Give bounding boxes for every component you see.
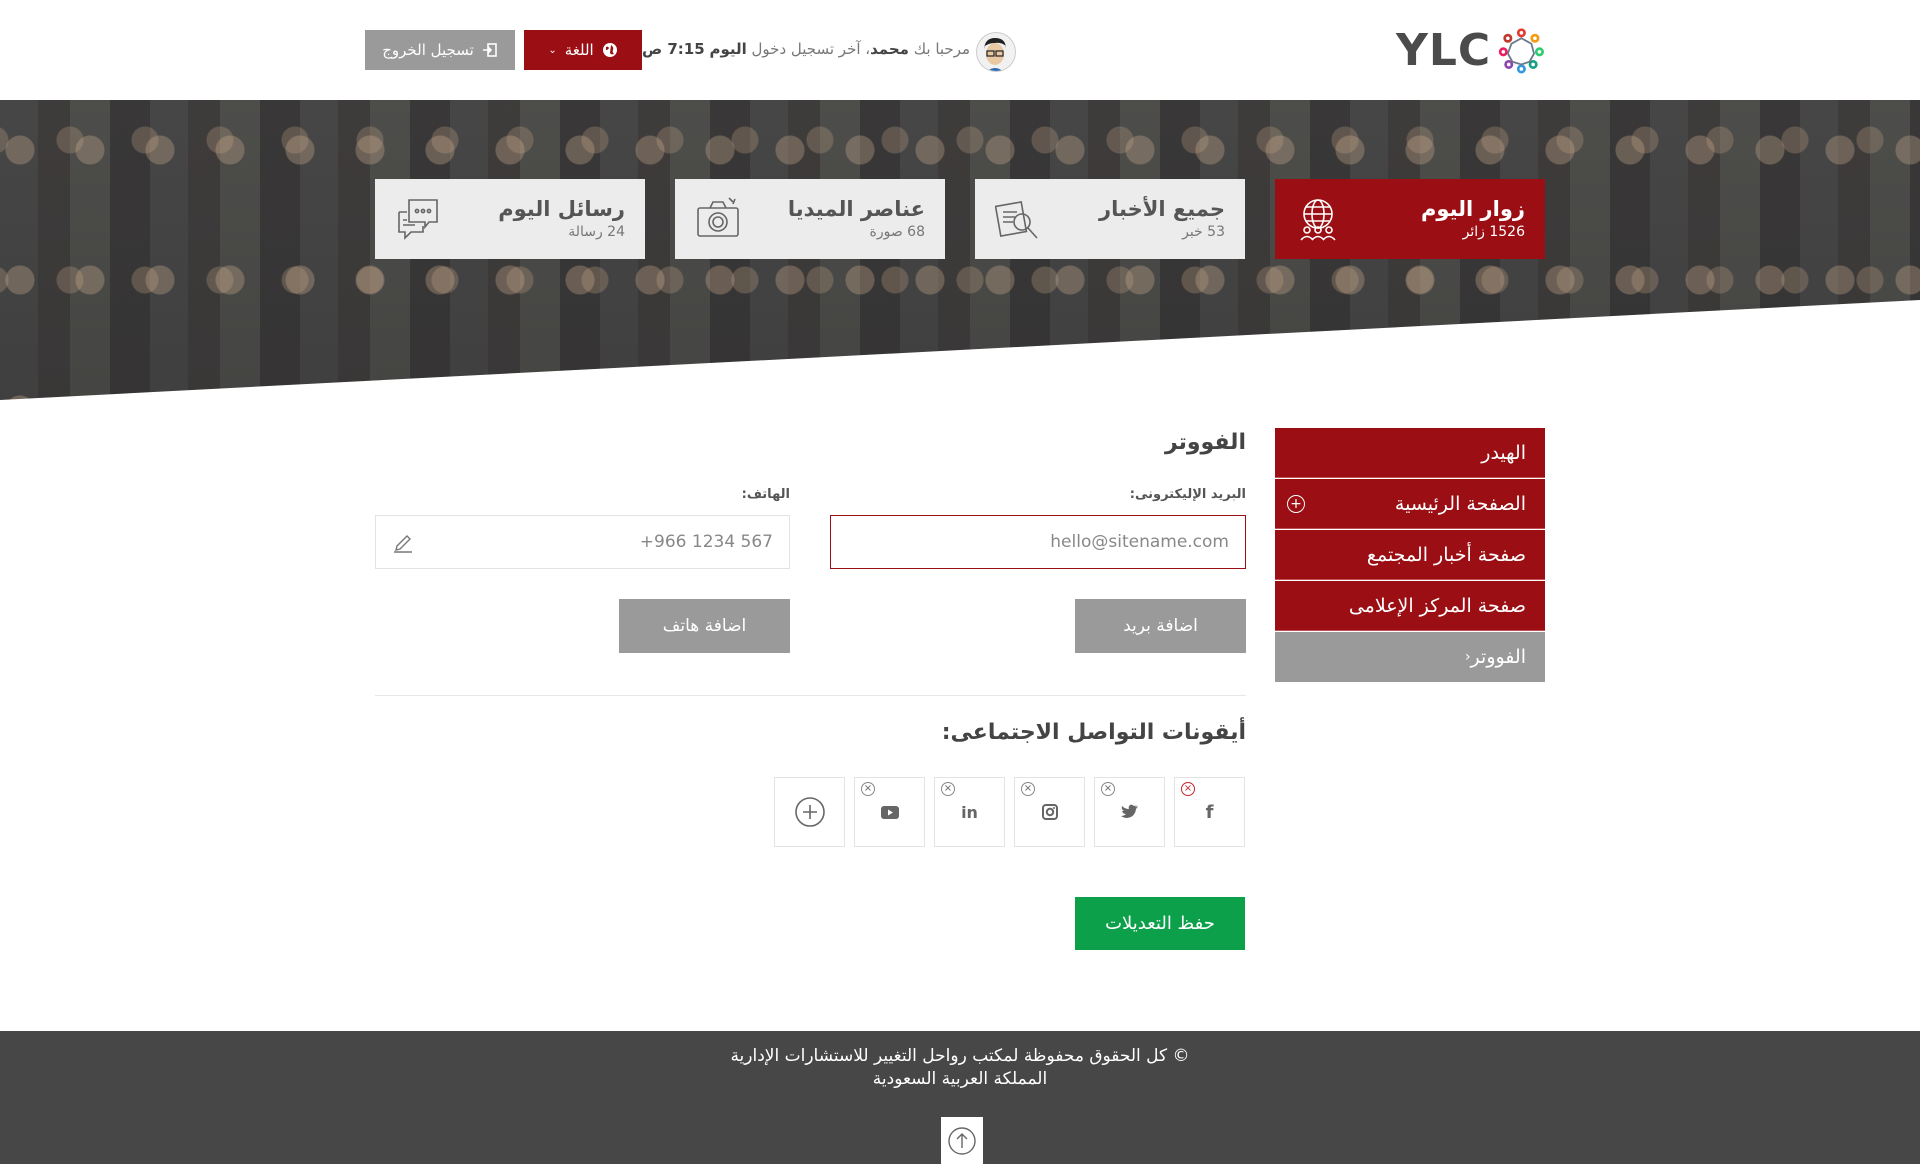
plus-circle-icon: [794, 797, 825, 827]
back-to-top-button[interactable]: [941, 1117, 983, 1164]
remove-icon[interactable]: ×: [941, 782, 955, 796]
stat-subtitle: 1526 زائر: [1462, 224, 1525, 240]
stat-subtitle: 68 صورة: [869, 224, 926, 240]
add-social-button[interactable]: [774, 777, 845, 847]
language-button[interactable]: اللغة ⌄: [524, 30, 642, 70]
stat-title: عناصر الميديا: [787, 197, 925, 221]
logout-icon: [482, 43, 497, 57]
social-slot-linkedin[interactable]: × in: [934, 777, 1005, 847]
sidebar-item-home[interactable]: الصفحة الرئيسية +: [1275, 479, 1545, 529]
twitter-icon: [1120, 804, 1138, 818]
hero-slant-shape: [0, 300, 1920, 400]
sidebar-item-label: الصفحة الرئيسية: [1394, 492, 1526, 515]
sidebar-item-community-news[interactable]: صفحة أخبار المجتمع: [1275, 530, 1545, 580]
news-search-icon: [995, 201, 1038, 239]
last-login-label: ، آخر تسجيل دخول: [751, 40, 871, 58]
stat-title: زوار اليوم: [1421, 197, 1525, 221]
social-slot-facebook[interactable]: × f: [1174, 777, 1245, 847]
user-avatar-icon: [977, 33, 1015, 71]
sidebar: الهيدر الصفحة الرئيسية + صفحة أخبار المج…: [1275, 428, 1545, 683]
add-phone-button[interactable]: اضافة هاتف: [619, 599, 790, 653]
logout-label: تسجيل الخروج: [382, 41, 474, 59]
language-label: اللغة: [564, 41, 594, 59]
email-label: البريد الإليكترونى:: [1129, 487, 1246, 502]
last-login-time: 7:15 ص: [641, 40, 705, 58]
pencil-icon[interactable]: [392, 531, 414, 553]
social-slot-twitter[interactable]: ×: [1094, 777, 1165, 847]
logo[interactable]: YLC: [1396, 20, 1546, 80]
stat-card-media[interactable]: عناصر الميديا 68 صورة: [675, 179, 945, 259]
facebook-icon: f: [1205, 801, 1214, 823]
arrow-up-circle-icon: [948, 1126, 976, 1155]
sidebar-item-label: الفووتر: [1470, 646, 1526, 668]
hero-banner: زوار اليوم 1526 زائر جميع الأخبار 53 خبر: [0, 100, 1920, 400]
remove-icon[interactable]: ×: [1181, 782, 1195, 796]
sidebar-item-label: صفحة أخبار المجتمع: [1366, 543, 1526, 566]
save-changes-button[interactable]: حفظ التعديلات: [1075, 897, 1245, 950]
sidebar-item-footer[interactable]: الفووتر ‹: [1275, 632, 1545, 682]
phone-label: الهاتف:: [741, 487, 790, 502]
avatar[interactable]: [976, 32, 1016, 72]
stat-subtitle: 24 رسالة: [568, 224, 625, 240]
stat-title: جميع الأخبار: [1099, 197, 1225, 221]
youtube-icon: [880, 805, 899, 819]
phone-value: +966 1234 567: [639, 532, 773, 552]
section-title: الفووتر: [1164, 430, 1246, 455]
sidebar-item-label: صفحة المركز الإعلامى: [1348, 594, 1526, 617]
phone-field[interactable]: +966 1234 567: [375, 515, 790, 569]
chat-bubbles-icon: [398, 199, 438, 240]
stat-title: رسائل اليوم: [498, 197, 625, 221]
remove-icon[interactable]: ×: [1101, 782, 1115, 796]
sidebar-item-header[interactable]: الهيدر: [1275, 428, 1545, 478]
copyright-text: © كل الحقوق محفوظة لمكتب رواحل التغيير ل…: [730, 1046, 1190, 1066]
top-header: YLC مرحبا بك محمد، آخر تسجيل دخول اليوم …: [0, 0, 1920, 100]
remove-icon[interactable]: ×: [1021, 782, 1035, 796]
sidebar-item-label: الهيدر: [1481, 441, 1526, 464]
chevron-left-icon: ‹: [1464, 649, 1471, 665]
stat-subtitle: 53 خبر: [1182, 224, 1225, 240]
social-slot-instagram[interactable]: ×: [1014, 777, 1085, 847]
email-field[interactable]: hello@sitename.com: [830, 515, 1246, 569]
camera-icon: [697, 197, 739, 237]
email-value: hello@sitename.com: [1050, 532, 1229, 552]
logo-text: YLC: [1396, 24, 1492, 76]
divider: [375, 695, 1246, 696]
last-login-day: اليوم: [709, 40, 747, 58]
remove-icon[interactable]: ×: [861, 782, 875, 796]
globe-people-icon: [1300, 199, 1336, 241]
add-email-button[interactable]: اضافة بريد: [1075, 599, 1246, 653]
linkedin-icon: in: [961, 802, 978, 822]
instagram-icon: [1041, 804, 1058, 820]
stat-card-messages[interactable]: رسائل اليوم 24 رسالة: [375, 179, 645, 259]
expand-plus-icon[interactable]: +: [1287, 495, 1305, 513]
country-text: المملكة العربية السعودية: [872, 1069, 1048, 1089]
stat-card-news[interactable]: جميع الأخبار 53 خبر: [975, 179, 1245, 259]
welcome-text: مرحبا بك محمد، آخر تسجيل دخول اليوم 7:15…: [640, 40, 970, 64]
stat-card-visitors[interactable]: زوار اليوم 1526 زائر: [1275, 179, 1545, 259]
globe-icon: [602, 43, 617, 57]
social-icons-title: أيقونات التواصل الاجتماعى:: [941, 720, 1246, 745]
logout-button[interactable]: تسجيل الخروج: [365, 30, 515, 70]
user-name: محمد: [870, 40, 909, 58]
logo-mark-icon: [1499, 28, 1545, 74]
chevron-down-icon: ⌄: [548, 44, 557, 56]
social-slot-youtube[interactable]: ×: [854, 777, 925, 847]
welcome-prefix: مرحبا بك: [913, 40, 970, 58]
sidebar-item-media-center[interactable]: صفحة المركز الإعلامى: [1275, 581, 1545, 631]
